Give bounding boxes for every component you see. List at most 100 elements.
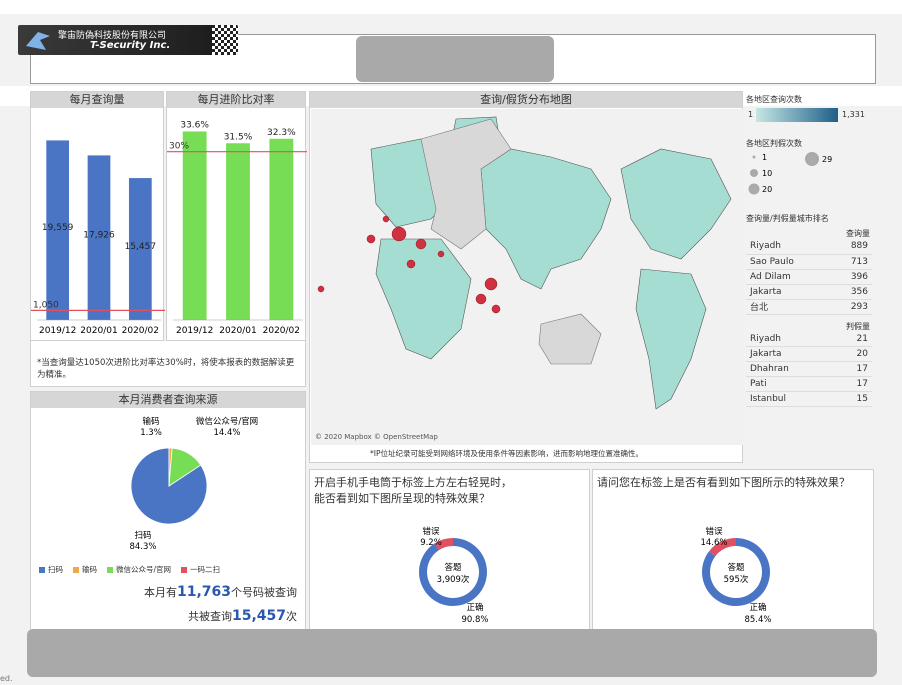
question1-donut: 答题3,909次 错误9.2% 正确 90.8% <box>419 526 489 625</box>
q2-right-name: 正确 <box>749 602 766 613</box>
question1-title-line2: 能否看到如下图所呈现的特殊效果？ <box>314 492 490 505</box>
fake-marker[interactable] <box>406 259 416 269</box>
fake-marker[interactable] <box>484 277 498 291</box>
q1-center-value: 3,909次 <box>437 574 470 585</box>
ratio-bar[interactable] <box>269 138 294 320</box>
rank-value: 396 <box>830 269 872 285</box>
rank-row: 台北 293 <box>746 299 872 315</box>
q1-wrong-name: 错误 <box>422 526 440 537</box>
rank-value: 356 <box>830 284 872 300</box>
ratio-value-label: 31.5% <box>224 132 253 142</box>
monthly-query-title: 每月查询量 <box>31 92 163 108</box>
q1-right-value: 90.8% <box>461 615 488 625</box>
rank-city: 台北 <box>746 299 831 315</box>
monthly-query-chart: 2019/12 19,559 2020/01 17,926 2020/02 15,457 1… <box>31 140 165 336</box>
monthly-note: *当查询量达1050次进阶比对率达30%时，将使本报表的数据解读更为精准。 <box>37 358 295 380</box>
redacted-footer-block <box>27 629 877 677</box>
fake-marker[interactable] <box>366 234 376 244</box>
rank-value: 293 <box>830 299 872 315</box>
fake-marker[interactable] <box>475 293 487 305</box>
legend-query-title: 各地区查询次数 <box>746 95 802 104</box>
legend-label: 扫码 <box>48 565 63 574</box>
legend-fake-29: 29 <box>822 155 832 164</box>
question2-donut: 答题595次 错误14.6% 正确 85.4% <box>700 526 771 625</box>
world-map[interactable]: © 2020 Mapbox © OpenStreetMap <box>311 109 743 445</box>
monthly-ratio-chart: 2019/12 33.6% 2020/01 31.5% 2020/02 32.3% 30% <box>167 120 307 336</box>
source-panel: 本月消费者查询来源 扫码 84.3% 输码 1.3% 微信公众号/官网 14.4% 扫码输… <box>30 391 306 631</box>
legend-fake-10: 10 <box>762 169 772 178</box>
rank-city: Jakarta <box>746 346 835 362</box>
question2-panel: 请问您在标签上是否有看到如下图所示的特殊效果？ 答题 595次 错误 14.6% 正确 8… <box>592 469 874 631</box>
rank-value: 713 <box>830 254 872 270</box>
rank-row: Riyadh 889 <box>746 239 872 255</box>
source-legend: 扫码 输码 微信公众号/官网 一码二扫 <box>39 564 220 575</box>
rank-row: Sao Paulo 713 <box>746 254 872 270</box>
fake-rank-table: Riyadh 21 Jakarta 20 Dhahran 17 Pati 17 Istanbul… <box>746 331 872 407</box>
legend-query-max: 1,331 <box>842 110 865 119</box>
legend-swatch <box>73 566 79 573</box>
legend-query-gradient-row: 1 1,331 <box>746 108 874 124</box>
rank-value: 17 <box>834 361 872 377</box>
rank-row: Jakarta 356 <box>746 284 872 300</box>
south-america-shape <box>635 268 707 410</box>
source-slice-value: 14.4% <box>213 428 240 438</box>
monthly-query-panel: 每月查询量 2019/12 19,559 2020/01 17,926 2020/02 1… <box>30 91 165 341</box>
source-legend-item[interactable]: 扫码 <box>39 564 63 575</box>
australia-shape <box>538 313 602 365</box>
query-tick-label: 2019/12 <box>39 326 76 336</box>
fake-rank-header: 判假量 <box>846 321 870 331</box>
legend-swatch <box>181 566 188 573</box>
rank-city: Riyadh <box>746 239 831 255</box>
rank-value: 17 <box>834 376 872 392</box>
q1-wrong-value: 9.2% <box>420 538 442 548</box>
legend-swatch <box>107 566 113 573</box>
q2-center-value: 595次 <box>724 574 749 585</box>
q2-wrong-value: 14.6% <box>700 538 727 548</box>
north-america-shape <box>480 148 612 290</box>
map-title: 查询/假货分布地图 <box>310 92 742 108</box>
fake-marker[interactable] <box>491 304 501 314</box>
query-rank-header: 查询量 <box>846 229 870 238</box>
ratio-tick-label: 2020/02 <box>263 326 300 336</box>
rank-row: Pati 17 <box>746 376 872 392</box>
source-legend-item[interactable]: 微信公众号/官网 <box>107 564 171 575</box>
q2-center-label: 答题 <box>727 562 745 573</box>
rank-row: Ad Dilam 396 <box>746 269 872 285</box>
fake-marker[interactable] <box>317 285 325 293</box>
question1-panel: 开启手机手电筒于标签上方左右轻晃时， 能否看到如下图所呈现的特殊效果？ 答题 3,… <box>309 469 590 631</box>
rank-row: Istanbul 15 <box>746 391 872 407</box>
rank-city: Ad Dilam <box>746 269 831 285</box>
ratio-bar[interactable] <box>226 143 250 320</box>
source-legend-item[interactable]: 一码二扫 <box>181 564 220 575</box>
query-rank-table: Riyadh 889 Sao Paulo 713 Ad Dilam 396 Jakarta 3… <box>746 239 872 315</box>
fake-marker[interactable] <box>382 215 390 223</box>
ratio-tick-label: 2020/01 <box>219 326 256 336</box>
source-pie-chart: 扫码84.3% 输码1.3% 微信公众号/官网14.4% <box>129 416 258 552</box>
q1-right-name: 正确 <box>466 602 483 613</box>
source-title: 本月消费者查询来源 <box>31 392 305 408</box>
footer-fragment: ed. <box>0 674 13 683</box>
fake-marker[interactable] <box>437 250 445 258</box>
fake-marker[interactable] <box>391 226 407 242</box>
rank-row: Jakarta 20 <box>746 346 872 362</box>
query-value-label: 19,559 <box>42 223 74 233</box>
source-summary-1: 本月有11,763个号码被查询 <box>143 584 297 600</box>
africa-shape <box>375 238 472 360</box>
map-note: *IP位址纪录可能受到网络环境及使用条件等因素影响，进而影响地理位置准确性。 <box>370 449 643 458</box>
source-slice-value: 1.3% <box>140 428 162 438</box>
source-slice-name: 扫码 <box>134 530 151 541</box>
legend-fake-1: 1 <box>762 153 767 162</box>
q1-center-label: 答题 <box>444 562 462 573</box>
rank-city: Dhahran <box>746 361 835 377</box>
monthly-ratio-title: 每月进阶比对率 <box>167 92 305 108</box>
question2-title: 请问您在标签上是否有看到如下图所示的特殊效果？ <box>597 476 850 489</box>
ratio-tick-label: 2019/12 <box>176 326 213 336</box>
ratio-bar[interactable] <box>182 131 207 320</box>
source-legend-item[interactable]: 输码 <box>73 564 97 575</box>
fake-marker[interactable] <box>415 238 427 250</box>
rank-city: Istanbul <box>746 391 835 407</box>
query-threshold-label: 1,050 <box>33 300 59 310</box>
map-attribution: © 2020 Mapbox © OpenStreetMap <box>315 433 438 441</box>
company-logo: 擎宙防偽科技股份有限公司 T-Security Inc. <box>18 25 238 55</box>
legend-label: 一码二扫 <box>190 565 221 574</box>
